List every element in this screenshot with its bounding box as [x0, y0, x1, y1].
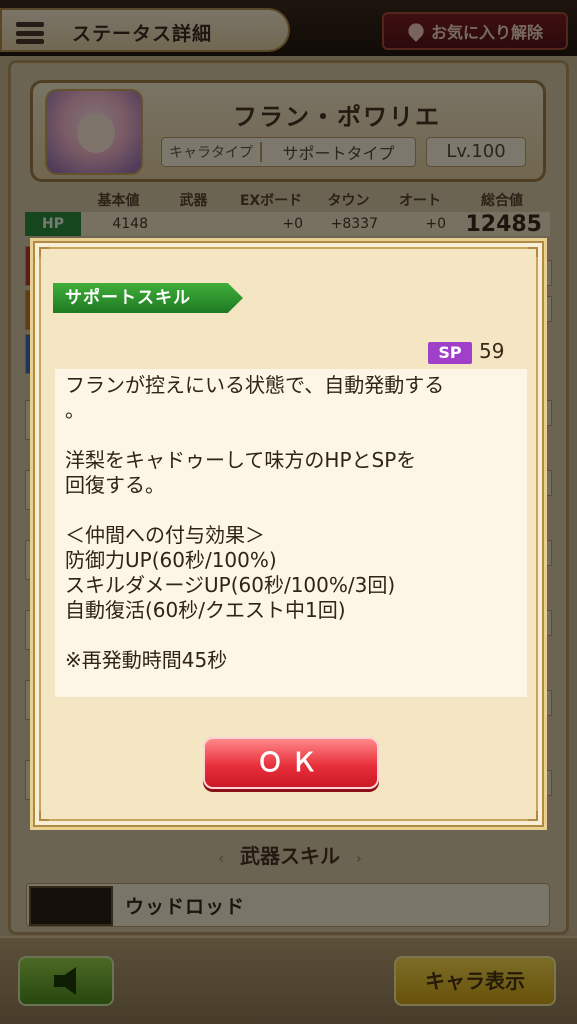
frame-corner: [528, 247, 538, 257]
frame-corner: [39, 811, 49, 821]
ok-button[interactable]: ＯＫ: [203, 737, 379, 789]
skill-description-box: フランが控えにいる状態で、自動発動する 。 洋梨をキャドゥーして味方のHPとSP…: [55, 369, 527, 697]
sp-badge: SP: [428, 342, 472, 364]
frame-corner: [528, 811, 538, 821]
sp-value: 59: [479, 339, 505, 363]
support-skill-dialog: サポートスキル SP 59 フランが控えにいる状態で、自動発動する 。 洋梨をキ…: [30, 238, 547, 830]
frame-corner: [39, 247, 49, 257]
support-skill-banner: サポートスキル: [53, 283, 243, 313]
skill-description: フランが控えにいる状態で、自動発動する 。 洋梨をキャドゥーして味方のHPとSP…: [65, 373, 445, 672]
